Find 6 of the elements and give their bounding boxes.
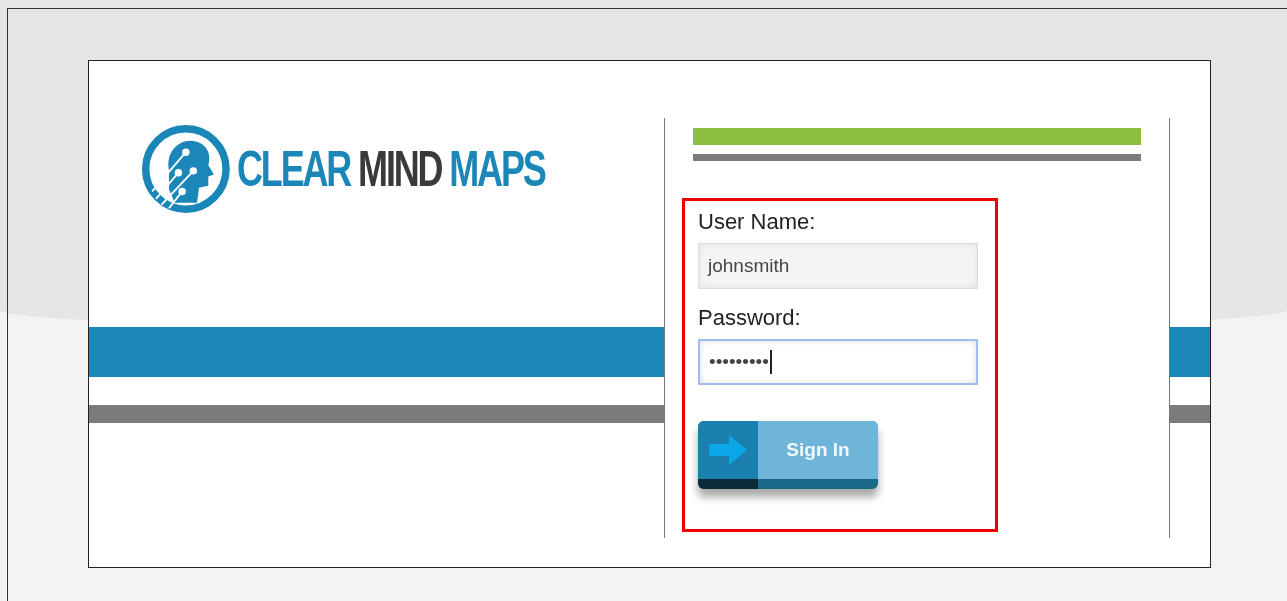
arrow-icon <box>709 435 747 465</box>
field-label: User Name: <box>698 209 816 235</box>
field-label: Password: <box>698 305 801 331</box>
input-field[interactable]: ••••••••• <box>698 339 978 385</box>
brand-name: CLEARMINDMAPS <box>236 140 545 198</box>
input-field[interactable]: johnsmith <box>698 243 978 289</box>
